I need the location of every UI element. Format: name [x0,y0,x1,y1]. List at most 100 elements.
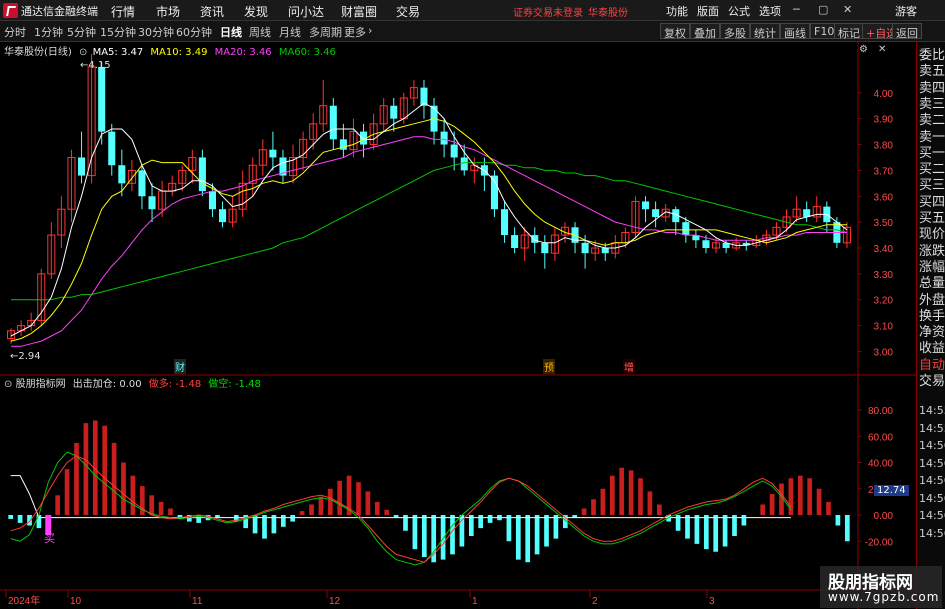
login-warning[interactable]: 证券交易未登录 [513,4,583,19]
candle-body [652,209,660,217]
period-multi[interactable]: 多周期 [309,24,342,40]
chart-area[interactable]: 4.00 3.90 3.80 3.70 3.60 3.50 3.40 3.30 3.20 3.10… [0,42,916,609]
period-60min[interactable]: 60分钟 [176,24,212,40]
period-30min[interactable]: 30分钟 [138,24,174,40]
guest-label[interactable]: 游客 [895,3,917,19]
period-more[interactable]: 更多 [344,24,366,40]
overlay-button[interactable]: 叠加 [690,23,720,40]
candle-body [440,131,448,145]
chart-close-icon[interactable]: ✕ [878,44,886,55]
candle-body [108,131,116,166]
xaxis-label: 2 [592,596,598,607]
price-tick-label: 3.60 [874,192,894,203]
draw-line-button[interactable]: 画线 [780,23,810,40]
marker-finance[interactable]: 财 [174,359,186,374]
candle-body [450,144,458,158]
side-panel-item[interactable]: 14:56 [919,527,945,540]
period-1min[interactable]: 1分钟 [34,24,63,40]
candle-body [390,105,398,119]
osc-white-line [10,475,791,519]
osc-green-line [10,451,792,566]
candle-body [118,165,126,184]
side-panel-item[interactable]: 14:56 [919,492,945,505]
menu-options[interactable]: 选项 [759,3,781,19]
period-weekly[interactable]: 周线 [249,24,271,40]
adjust-button[interactable]: 复权 [660,23,690,40]
quote-side-panel: 委比 卖五 卖四 卖三 卖二 卖一 买一 买二 买三 买四 买五 现价 涨跌 涨幅 总量 外盘 换手 净资 收益 自动… [916,42,945,609]
close-icon[interactable]: ✕ [843,3,852,16]
osc-tick-label: 40.00 [868,459,893,470]
high-price-label: ←4.15 [80,60,111,71]
side-panel-item[interactable]: 14:56 [919,439,945,452]
period-toolbar: 分时 1分钟 5分钟 15分钟 30分钟 60分钟 日线 周线 月线 多周期 更… [0,21,945,42]
mark-button[interactable]: 标记 [834,23,864,40]
menu-trade[interactable]: 交易 [396,3,420,20]
candle-body [581,242,589,254]
ma5-label: MA5: 3.47 [92,47,144,58]
candle-body [541,242,549,254]
candle-body [601,248,609,254]
candle-body [198,157,206,192]
stock-title[interactable]: 华泰股份(日线) [4,47,72,58]
statistics-button[interactable]: 统计 [750,23,780,40]
osc-tick-label: 60.00 [868,432,893,443]
xaxis-label: 10 [70,596,82,607]
candle-body [642,201,650,210]
period-timeshare[interactable]: 分时 [4,24,26,40]
osc-tick-label: -20.00 [865,537,894,548]
candle-body [460,157,468,171]
price-tick-label: 3.50 [874,218,894,229]
maximize-icon[interactable]: ▢ [818,3,828,16]
period-5min[interactable]: 5分钟 [67,24,96,40]
candle-body [98,66,106,132]
menu-wealth[interactable]: 财富圈 [341,3,377,20]
ma20-label: MA20: 3.46 [214,47,272,58]
side-panel-item[interactable]: 14:55 [919,422,945,435]
xaxis-label: 11 [192,596,203,607]
settings-icon[interactable]: ⊙ [79,47,87,58]
settings-gear-icon[interactable]: ⚙ [859,44,868,55]
period-15min[interactable]: 15分钟 [100,24,136,40]
candle-body [148,196,156,210]
indicator-legend: ⊙ 股朋指标网 出击加仓: 0.00 做多: -1.48 做空: -1.48 [4,375,261,390]
marker-forecast[interactable]: 预 [543,359,555,374]
price-tick-label: 3.40 [874,244,894,255]
chevron-right-icon[interactable]: › [368,24,372,37]
menu-formula[interactable]: 公式 [728,3,750,19]
indicator-settings-icon[interactable]: ⊙ [4,379,12,390]
candle-body [803,209,811,217]
menu-function[interactable]: 功能 [666,3,688,19]
candle-body [702,240,710,249]
menu-news[interactable]: 资讯 [200,3,224,20]
menu-quotes[interactable]: 行情 [111,3,135,20]
menu-layout[interactable]: 版面 [697,3,719,19]
osc-tick-label: 0.00 [874,511,894,522]
menu-market[interactable]: 市场 [156,3,180,20]
side-panel-item[interactable]: 14:55 [919,404,945,417]
period-daily[interactable]: 日线 [220,24,242,40]
menu-discover[interactable]: 发现 [244,3,268,20]
price-tick-label: 3.90 [874,115,894,126]
marker-increase[interactable]: 增 [623,359,635,374]
side-panel-item[interactable]: 14:56 [919,457,945,470]
back-button[interactable]: 返回 [892,23,922,40]
side-panel-item[interactable]: 14:56 [919,509,945,522]
indicator-label-add: 出击加仓: 0.00 [72,379,142,390]
side-panel-item[interactable]: 交易 [919,370,945,389]
side-panel-item[interactable]: 14:56 [919,474,945,487]
candle-body [511,235,519,249]
period-monthly[interactable]: 月线 [279,24,301,40]
multi-stock-button[interactable]: 多股 [720,23,750,40]
app-logo-icon [3,3,18,18]
broker-name[interactable]: 华泰股份 [588,4,628,19]
indicator-title[interactable]: 股朋指标网 [16,379,66,390]
candle-body [219,209,227,223]
candle-body [682,222,690,236]
menu-ask[interactable]: 问小达 [288,3,324,20]
xaxis-label: 2024年 [8,594,40,607]
osc-tick-label: 80.00 [868,406,893,417]
minimize-icon[interactable]: ─ [793,3,800,16]
indicator-current-value: 12.74 [874,485,909,496]
candle-body [208,191,216,210]
price-tick-label: 3.10 [874,322,894,333]
